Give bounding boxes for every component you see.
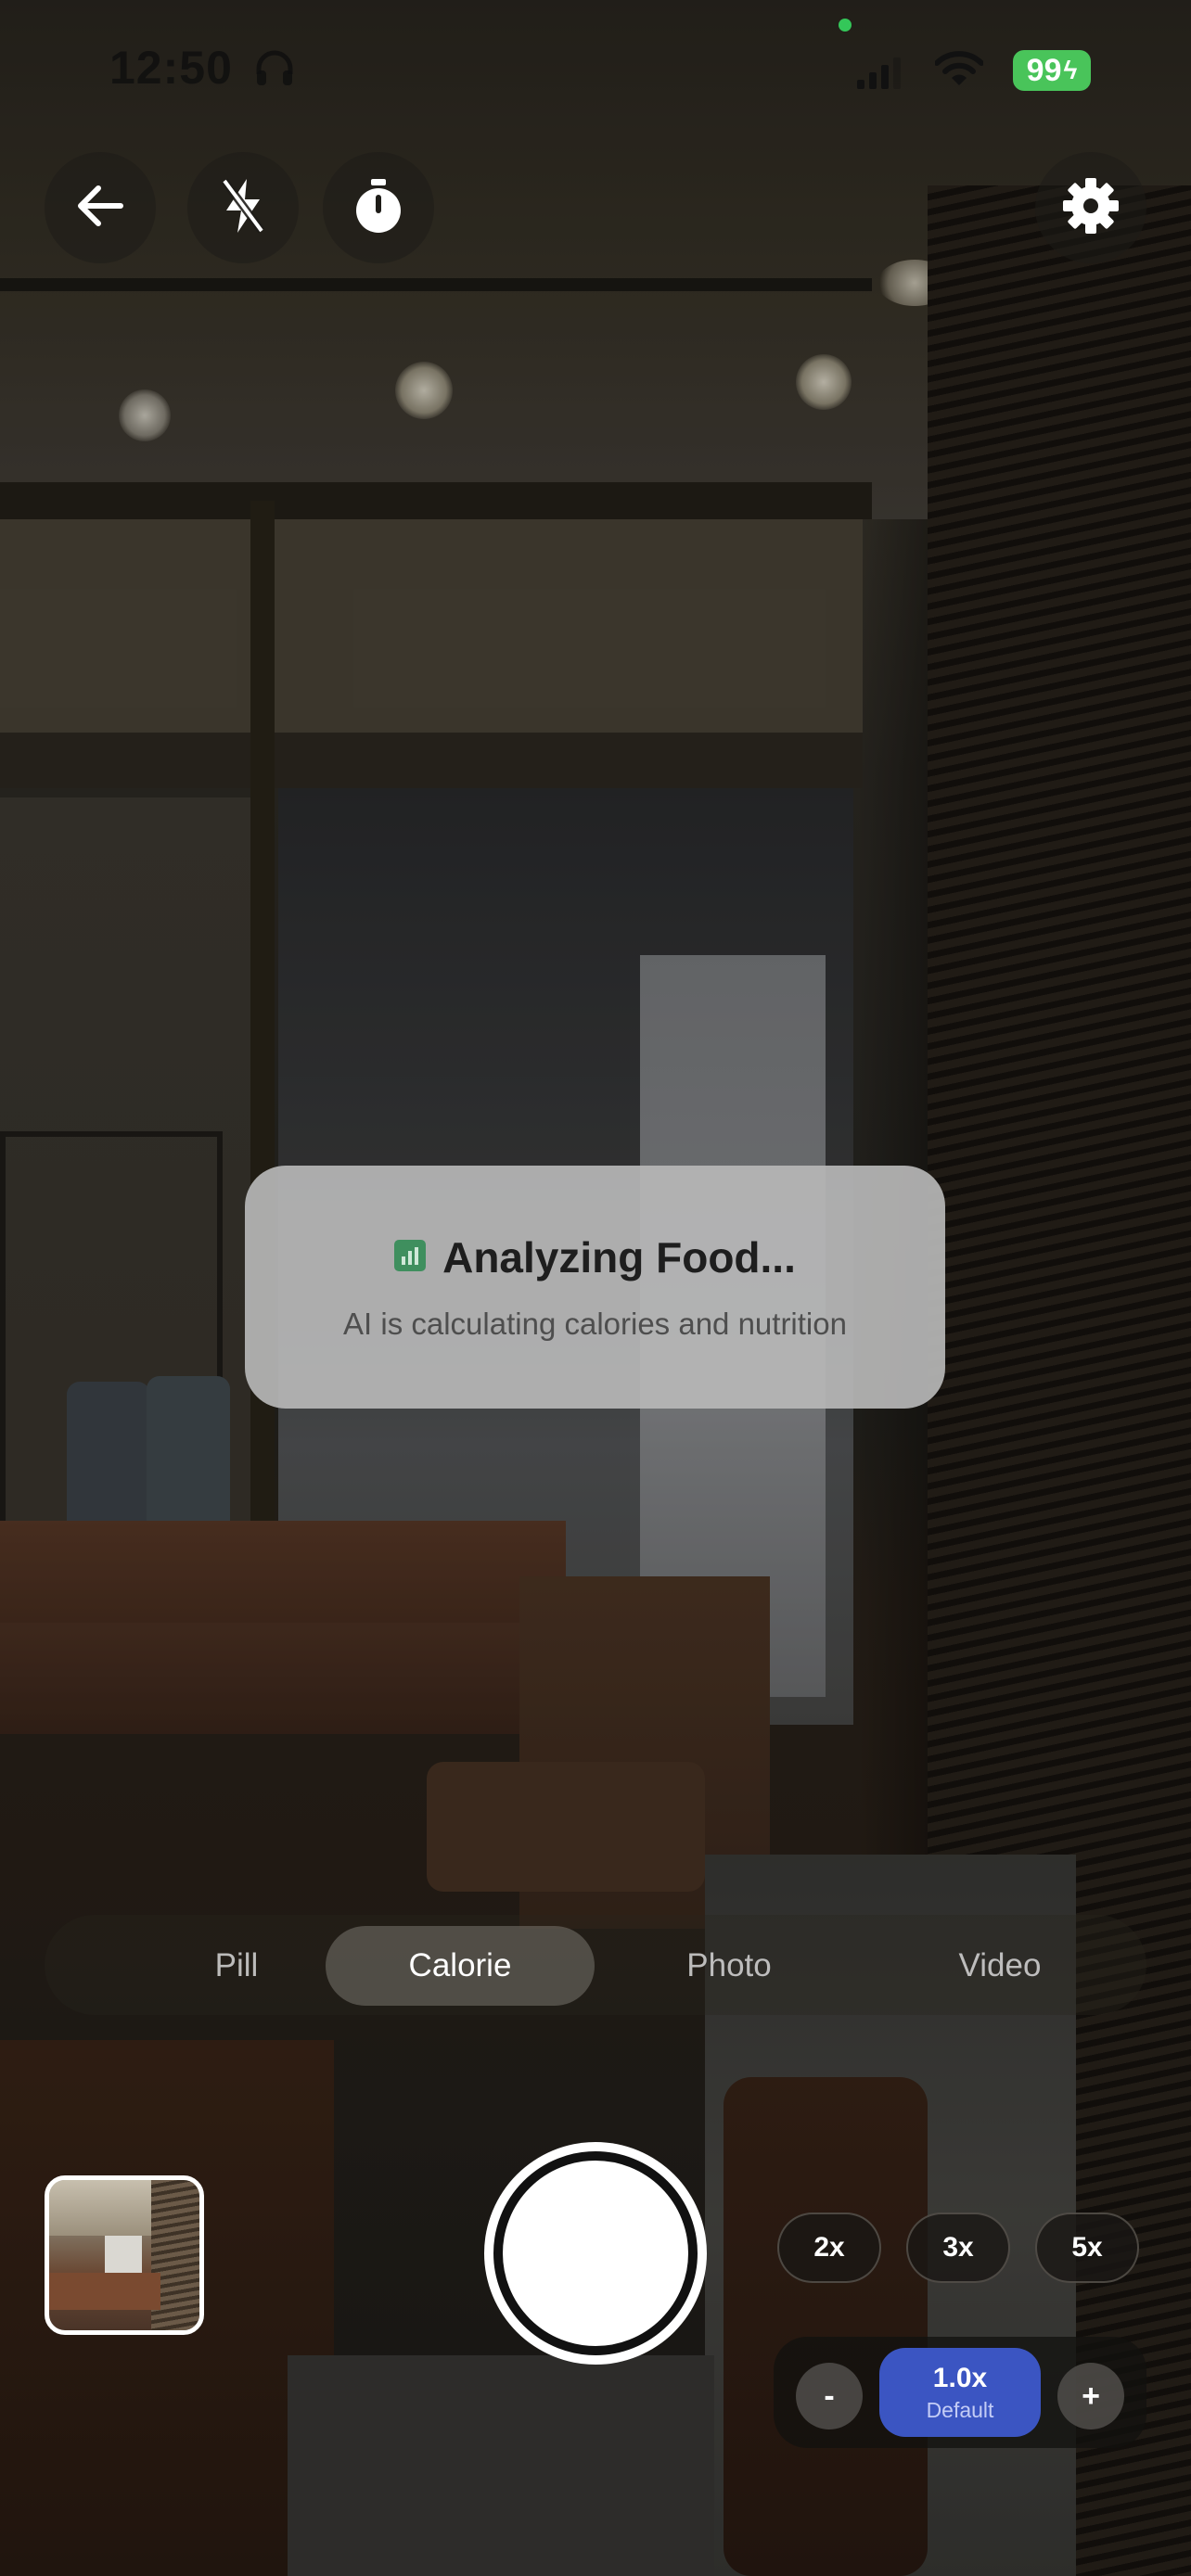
status-time: 12:50 <box>109 42 233 94</box>
zoom-preset-label: 5x <box>1071 2232 1103 2263</box>
mode-label: Calorie <box>408 1947 512 1983</box>
zoom-preset-2x[interactable]: 2x <box>777 2213 881 2283</box>
mode-calorie[interactable]: Calorie <box>326 1926 595 2006</box>
zoom-preset-3x[interactable]: 3x <box>906 2213 1010 2283</box>
toast-title-row: Analyzing Food... <box>394 1232 796 1282</box>
zoom-preset-label: 2x <box>813 2232 845 2263</box>
analyzing-toast: Analyzing Food... AI is calculating calo… <box>245 1166 945 1409</box>
arrow-left-icon <box>76 185 124 232</box>
zoom-out-label: - <box>824 2378 835 2414</box>
mode-label: Photo <box>686 1947 772 1983</box>
gallery-thumbnail[interactable] <box>45 2175 204 2335</box>
privacy-indicator <box>839 19 852 32</box>
settings-button[interactable] <box>1035 152 1146 263</box>
thumbnail-doorway <box>105 2236 142 2273</box>
gear-icon <box>1061 176 1121 240</box>
zoom-current-caption: Default <box>926 2397 994 2422</box>
mode-selector: Pill Calorie Photo Video <box>45 1915 1146 2015</box>
timer-button[interactable] <box>323 152 434 263</box>
flash-off-icon <box>219 177 267 239</box>
shutter-button[interactable] <box>484 2142 707 2365</box>
status-bar: 12:50 99 ϟ <box>0 0 1191 139</box>
zoom-current-value: 1.0x <box>932 2362 988 2393</box>
cellular-signal-icon <box>857 56 902 94</box>
charging-icon: ϟ <box>1063 56 1078 84</box>
zoom-preset-label: 3x <box>942 2232 974 2263</box>
mode-label: Video <box>958 1947 1042 1983</box>
timer-icon <box>352 177 404 239</box>
toast-title: Analyzing Food... <box>442 1233 796 1282</box>
bar-chart-icon <box>394 1239 427 1276</box>
zoom-preset-5x[interactable]: 5x <box>1035 2213 1139 2283</box>
shutter-ring <box>493 2151 698 2355</box>
zoom-current-button[interactable]: 1.0x Default <box>879 2348 1041 2437</box>
back-button[interactable] <box>45 152 156 263</box>
flash-toggle-button[interactable] <box>187 152 299 263</box>
battery-level: 99 <box>1026 52 1062 88</box>
headphones-icon <box>254 48 295 92</box>
wifi-icon <box>934 50 984 92</box>
zoom-out-button[interactable]: - <box>796 2363 863 2429</box>
mode-photo[interactable]: Photo <box>595 1926 864 2006</box>
toast-subtitle: AI is calculating calories and nutrition <box>343 1307 847 1341</box>
zoom-in-button[interactable]: + <box>1057 2363 1124 2429</box>
mode-video[interactable]: Video <box>865 1926 1134 2006</box>
zoom-control: - 1.0x Default + <box>774 2337 1146 2448</box>
thumbnail-table <box>49 2273 160 2310</box>
mode-label: Pill <box>214 1947 259 1983</box>
zoom-in-label: + <box>1082 2378 1100 2414</box>
battery-indicator: 99 ϟ <box>1013 50 1091 91</box>
